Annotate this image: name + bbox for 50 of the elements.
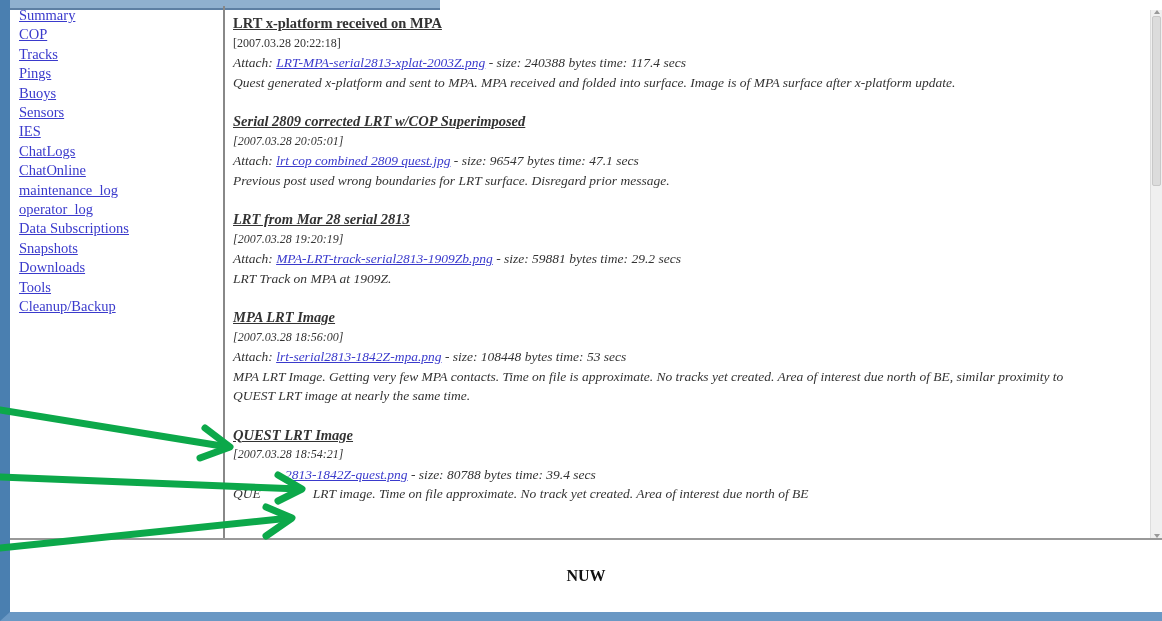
- post-title: Serial 2809 corrected LRT w/COP Superimposed: [233, 112, 526, 131]
- attachment-link[interactable]: lrt-serial2813-1842Z-mpa.png: [276, 349, 442, 364]
- sidebar-link[interactable]: Summary: [19, 6, 76, 26]
- sidebar-link[interactable]: COP: [19, 25, 48, 45]
- attachment-link[interactable]: LRT-MPA-serial2813-xplat-2003Z.png: [276, 55, 486, 70]
- attachment-info: - size: 96547 bytes time: 47.1 secs: [453, 153, 639, 168]
- timestamp: [2007.03.28 20:05:01]: [233, 132, 344, 150]
- timestamp: [2007.03.28 20:22:18]: [233, 34, 341, 52]
- timestamp: [2007.03.28 18:56:00]: [233, 328, 344, 346]
- post-body: MPA LRT Image. Getting very few MPA contacts. Time on file is approximate. No tracks yet created. Area of interest due north of BE, similar proximity to QUEST LRT image at nearly the same time.: [233, 367, 1065, 405]
- post-body: Previous post used wrong boundaries for LRT surface. Disregard prior message.: [233, 171, 671, 190]
- post-title: QUEST LRT Image: [233, 425, 354, 445]
- scrollbar-thumb[interactable]: [1152, 16, 1161, 186]
- sidebar-link[interactable]: Tools: [19, 277, 52, 298]
- sidebar-link[interactable]: Downloads: [19, 258, 86, 278]
- sidebar-link[interactable]: operator_log: [19, 200, 94, 220]
- attachment-link[interactable]: MPA-LRT-track-serial2813-1909Zb.png: [276, 251, 493, 266]
- post-body: QUE: [233, 486, 261, 501]
- sidebar-link[interactable]: ChatLogs: [19, 141, 76, 162]
- sidebar-link[interactable]: ChatOnline: [19, 161, 86, 181]
- footer-text: NUW: [566, 566, 606, 586]
- sidebar-link[interactable]: Data Subscriptions: [19, 219, 129, 239]
- post-body: Quest generated x-platform and sent to MPA. MPA received and folded into surface. Image is of MPA surface after x-platform update.: [233, 73, 957, 92]
- sidebar-link[interactable]: Tracks: [19, 44, 58, 65]
- post-body: LRT image. Time on file approximate. No track yet created. Area of interest due north of BE: [312, 486, 809, 501]
- attach-label: Attach:: [233, 153, 273, 168]
- attachment-link[interactable]: lrt cop combined 2809 quest.jpg: [276, 153, 451, 168]
- timestamp: [2007.03.28 19:20:19]: [233, 230, 344, 248]
- attachment-info: - size: 108448 bytes time: 53 secs: [444, 349, 627, 364]
- timestamp: [2007.03.28 18:54:21]: [233, 446, 344, 463]
- scroll-down-icon[interactable]: [1153, 534, 1160, 538]
- attach-label: Attach:: [233, 55, 273, 70]
- sidebar-link[interactable]: IES: [19, 122, 41, 142]
- attachment-info: - size: 240388 bytes time: 117.4 secs: [488, 55, 686, 70]
- sidebar-link[interactable]: Sensors: [19, 103, 65, 123]
- sidebar-link[interactable]: maintenance_log: [19, 180, 119, 201]
- post-title: MPA LRT Image: [233, 308, 336, 327]
- sidebar-link[interactable]: Pings: [19, 64, 52, 84]
- post-title: LRT x-platform received on MPA: [233, 14, 442, 33]
- attachment-link[interactable]: 2813-1842Z-quest.png: [285, 466, 408, 482]
- post-title: LRT from Mar 28 serial 2813: [233, 210, 410, 229]
- attach-label: Attach:: [233, 349, 273, 364]
- attach-label: Attach:: [233, 251, 273, 266]
- scrollbar[interactable]: [1150, 10, 1162, 538]
- post-body: LRT Track on MPA at 1909Z.: [233, 269, 393, 288]
- attachment-info: - size: 80788 bytes time: 39.4 secs: [411, 466, 596, 482]
- sidebar-link[interactable]: Buoys: [19, 83, 57, 104]
- sidebar-link[interactable]: Cleanup/Backup: [19, 297, 116, 317]
- sidebar-link[interactable]: Snapshots: [19, 238, 78, 259]
- attachment-info: - size: 59881 bytes time: 29.2 secs: [496, 251, 681, 266]
